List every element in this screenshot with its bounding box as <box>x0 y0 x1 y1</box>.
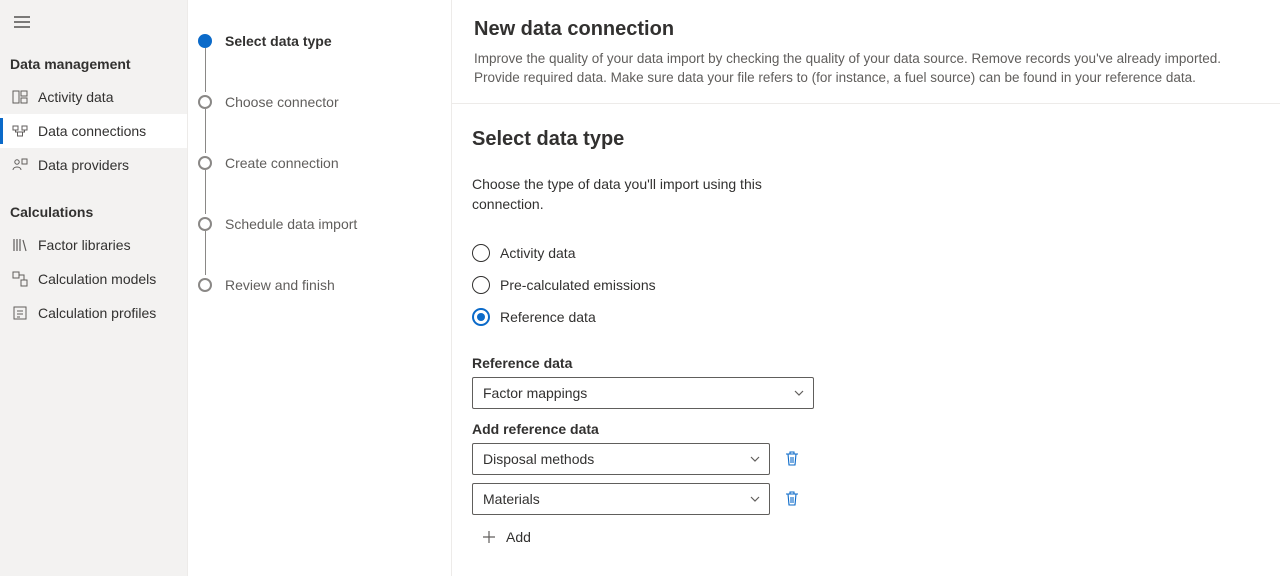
trash-icon <box>785 451 799 467</box>
content-panel: New data connection Improve the quality … <box>452 0 1280 576</box>
step-choose-connector[interactable]: Choose connector <box>198 91 441 113</box>
additional-ref-dropdown[interactable]: Disposal methods <box>472 443 770 475</box>
stepper-panel: Select data type Choose connector Create… <box>188 0 452 576</box>
sidebar-item-label: Calculation models <box>38 271 156 287</box>
add-reference-button[interactable]: Add <box>478 523 535 551</box>
step-label: Choose connector <box>225 94 339 110</box>
page-title: New data connection <box>474 18 1258 41</box>
dropdown-value: Disposal methods <box>483 451 594 467</box>
chevron-down-icon <box>749 453 761 465</box>
sidebar-section-title: Data management <box>0 52 187 80</box>
sidebar-item-factor-libraries[interactable]: Factor libraries <box>0 228 187 262</box>
sidebar-item-calculation-models[interactable]: Calculation models <box>0 262 187 296</box>
step-bullet-icon <box>198 278 212 292</box>
step-schedule-import[interactable]: Schedule data import <box>198 213 441 235</box>
data-connections-icon <box>12 123 28 139</box>
hamburger-icon <box>14 16 30 28</box>
radio-label: Pre-calculated emissions <box>500 277 656 293</box>
plus-icon <box>482 530 496 544</box>
section-title: Select data type <box>472 128 1280 151</box>
sidebar-item-label: Activity data <box>38 89 113 105</box>
page-description: Improve the quality of your data import … <box>474 49 1234 87</box>
radio-precalculated-emissions[interactable]: Pre-calculated emissions <box>472 269 1280 301</box>
section-hint: Choose the type of data you'll import us… <box>472 175 762 214</box>
factor-libraries-icon <box>12 237 28 253</box>
hamburger-button[interactable] <box>0 10 44 34</box>
add-button-label: Add <box>506 529 531 545</box>
step-select-data-type[interactable]: Select data type <box>198 30 441 52</box>
step-bullet-icon <box>198 34 212 48</box>
radio-activity-data[interactable]: Activity data <box>472 237 1280 269</box>
reference-data-field-label: Reference data <box>472 355 1280 371</box>
dropdown-value: Materials <box>483 491 540 507</box>
reference-data-dropdown[interactable]: Factor mappings <box>472 377 814 409</box>
sidebar-item-data-connections[interactable]: Data connections <box>0 114 187 148</box>
sidebar-item-label: Calculation profiles <box>38 305 156 321</box>
sidebar-item-calculation-profiles[interactable]: Calculation profiles <box>0 296 187 330</box>
radio-label: Activity data <box>500 245 575 261</box>
delete-ref-button[interactable] <box>782 449 802 469</box>
sidebar-section-title: Calculations <box>0 200 187 228</box>
sidebar-item-data-providers[interactable]: Data providers <box>0 148 187 182</box>
step-label: Create connection <box>225 155 339 171</box>
sidebar-item-label: Data providers <box>38 157 129 173</box>
sidebar-item-label: Data connections <box>38 123 146 139</box>
chevron-down-icon <box>793 387 805 399</box>
calculation-profiles-icon <box>12 305 28 321</box>
delete-ref-button[interactable] <box>782 489 802 509</box>
radio-icon <box>472 276 490 294</box>
trash-icon <box>785 491 799 507</box>
step-review-finish[interactable]: Review and finish <box>198 274 441 296</box>
step-bullet-icon <box>198 217 212 231</box>
radio-label: Reference data <box>500 309 596 325</box>
step-bullet-icon <box>198 95 212 109</box>
data-type-radio-group: Activity data Pre-calculated emissions R… <box>472 237 1280 333</box>
add-reference-data-label: Add reference data <box>472 421 1280 437</box>
step-label: Select data type <box>225 33 332 49</box>
left-sidebar: Data management Activity data Data conne… <box>0 0 188 576</box>
step-label: Schedule data import <box>225 216 357 232</box>
step-label: Review and finish <box>225 277 335 293</box>
step-bullet-icon <box>198 156 212 170</box>
sidebar-item-activity-data[interactable]: Activity data <box>0 80 187 114</box>
additional-ref-dropdown[interactable]: Materials <box>472 483 770 515</box>
radio-icon <box>472 244 490 262</box>
radio-icon <box>472 308 490 326</box>
radio-reference-data[interactable]: Reference data <box>472 301 1280 333</box>
sidebar-item-label: Factor libraries <box>38 237 131 253</box>
content-header: New data connection Improve the quality … <box>452 0 1280 104</box>
data-providers-icon <box>12 157 28 173</box>
activity-data-icon <box>12 89 28 105</box>
calculation-models-icon <box>12 271 28 287</box>
dropdown-value: Factor mappings <box>483 385 587 401</box>
step-create-connection[interactable]: Create connection <box>198 152 441 174</box>
chevron-down-icon <box>749 493 761 505</box>
